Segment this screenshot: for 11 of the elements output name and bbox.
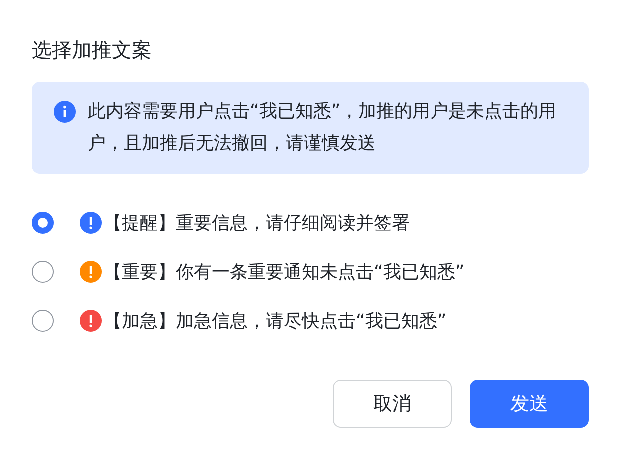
dialog-title: 选择加推文案 xyxy=(32,37,153,64)
radio-button[interactable] xyxy=(32,212,54,234)
info-icon xyxy=(54,101,76,123)
radio-button[interactable] xyxy=(32,261,54,283)
radio-button[interactable] xyxy=(32,310,54,332)
option-label: 【重要】你有一条重要通知未点击“我已知悉” xyxy=(104,261,465,284)
option-label: 【提醒】重要信息，请仔细阅读并签署 xyxy=(104,212,410,235)
notice-text: 此内容需要用户点击“我已知悉”，加推的用户是未点击的用户，且加推后无法撤回，请谨慎发送 xyxy=(88,100,558,156)
option-label: 【加急】加急信息，请尽快点击“我已知悉” xyxy=(104,310,447,333)
send-button[interactable]: 发送 xyxy=(470,380,589,428)
cancel-button[interactable]: 取消 xyxy=(333,380,452,428)
